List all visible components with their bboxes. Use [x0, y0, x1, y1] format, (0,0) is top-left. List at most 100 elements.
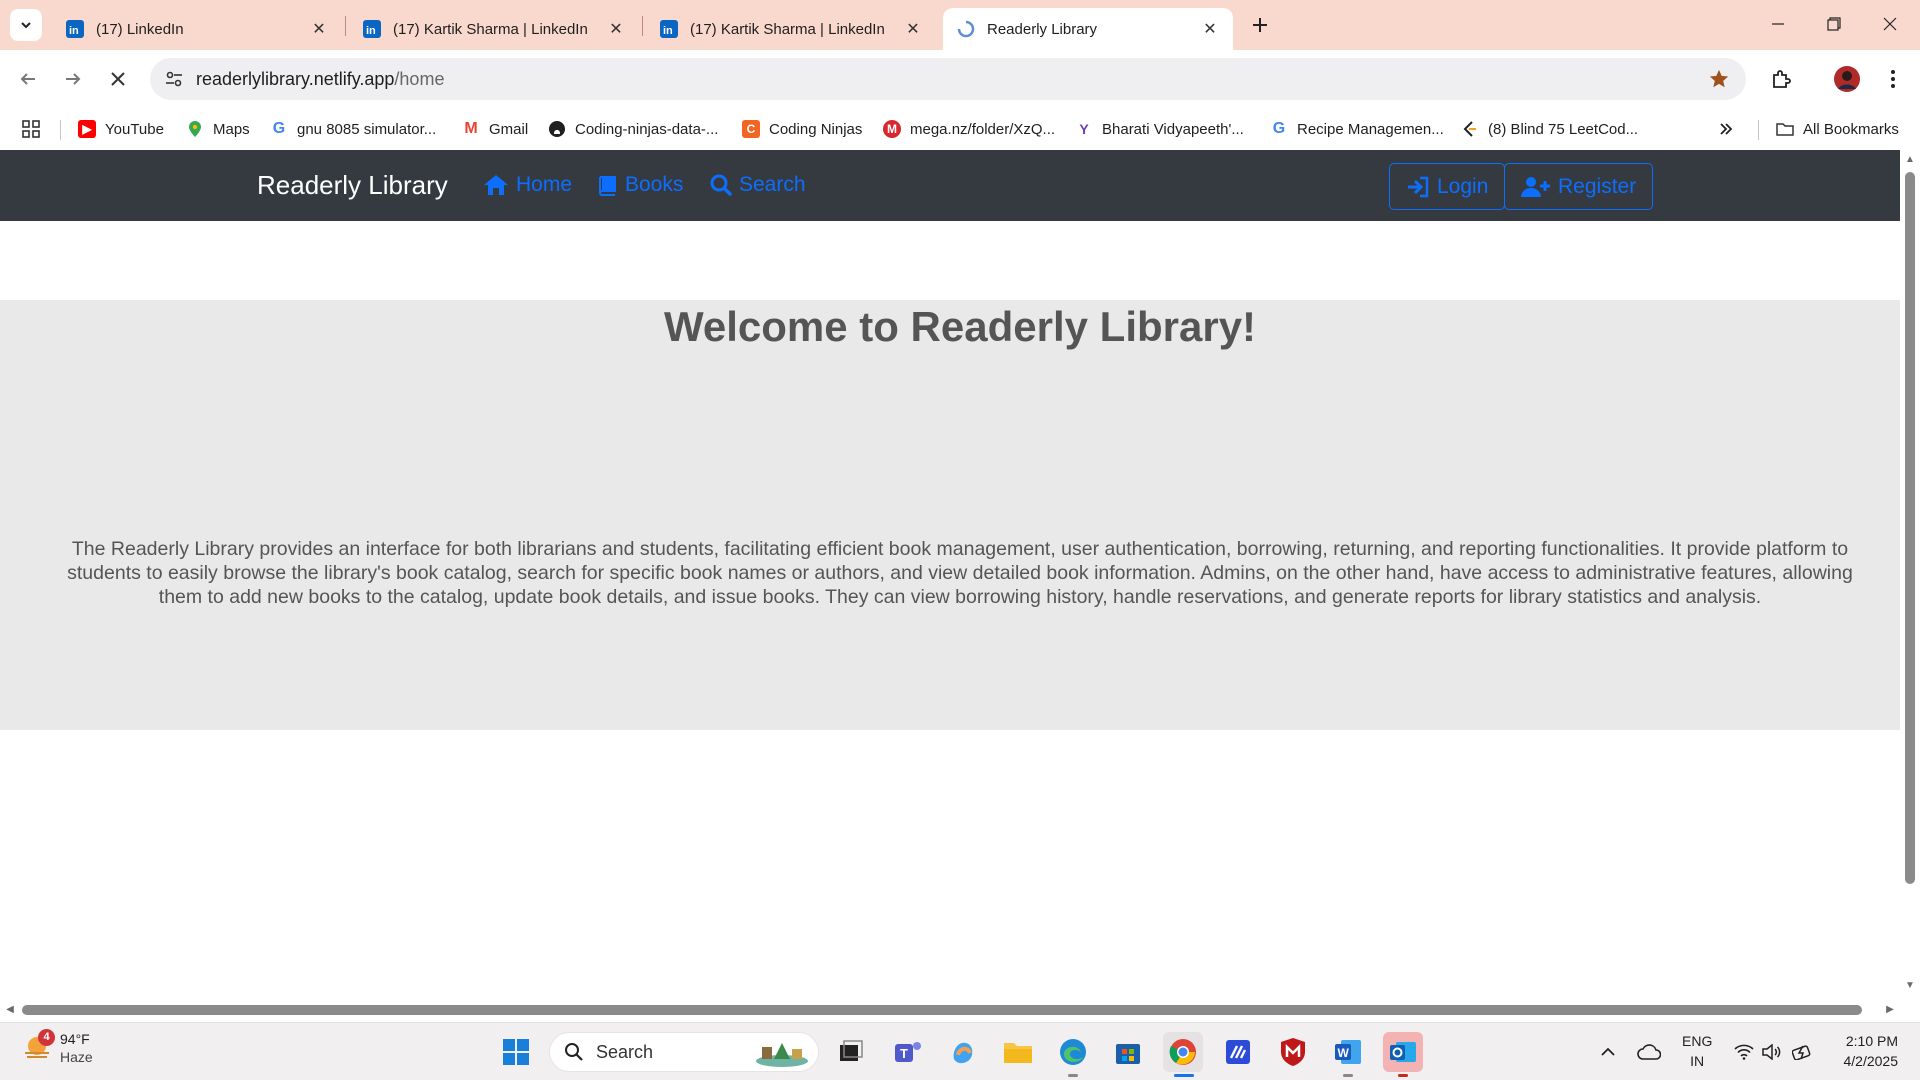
weather-widget[interactable]: 4 94°F Haze [22, 1029, 93, 1066]
close-tab-icon[interactable]: ✕ [1201, 20, 1219, 38]
register-button[interactable]: Register [1504, 163, 1654, 210]
task-view-button[interactable] [831, 1032, 871, 1072]
clock-date: 4/2/2025 [1843, 1053, 1899, 1069]
address-bar[interactable]: readerlylibrary.netlify.app/home [150, 58, 1746, 100]
bookmarks-overflow-button[interactable] [1718, 108, 1734, 150]
browser-tab[interactable]: in (17) Kartik Sharma | LinkedIn ✕ [646, 8, 936, 50]
google-icon: G [1272, 120, 1286, 137]
weather-temperature: 94°F [60, 1031, 90, 1047]
nav-books-link[interactable]: Books [596, 173, 683, 197]
weather-notification-badge: 4 [38, 1029, 55, 1046]
system-clock[interactable]: 2:10 PM 4/2/2025 [1844, 1031, 1899, 1071]
vertical-scrollbar[interactable]: ▲ ▼ [1900, 150, 1920, 998]
horizontal-scrollbar[interactable]: ◀ ▶ [0, 998, 1900, 1022]
restore-button[interactable] [1806, 0, 1862, 48]
new-tab-button[interactable] [1245, 10, 1275, 40]
battery-button[interactable] [1792, 1023, 1814, 1080]
minimize-button[interactable] [1750, 0, 1806, 48]
input-language-indicator[interactable]: ENG IN [1682, 1031, 1712, 1071]
toolbox-app[interactable] [1218, 1032, 1258, 1072]
nav-home-label: Home [516, 173, 573, 196]
search-highlight-icon [756, 1043, 808, 1067]
site-brand[interactable]: Readerly Library [257, 170, 448, 201]
scroll-left-icon[interactable]: ◀ [4, 1004, 16, 1016]
bookmark-mega[interactable]: M mega.nz/folder/XzQ... [883, 108, 1055, 150]
browser-tab[interactable]: in (17) Kartik Sharma | LinkedIn ✕ [349, 8, 639, 50]
google-icon: G [272, 120, 286, 137]
edge-app[interactable] [1053, 1032, 1093, 1072]
search-icon [565, 1043, 583, 1061]
bookmark-bharati[interactable]: Y Bharati Vidyapeeth'... [1075, 108, 1244, 150]
tab-search-button[interactable] [10, 9, 42, 41]
horizontal-scroll-thumb[interactable] [22, 1005, 1862, 1015]
close-tab-icon[interactable]: ✕ [310, 20, 328, 38]
browser-menu-button[interactable] [1878, 64, 1908, 94]
close-tab-icon[interactable]: ✕ [607, 20, 625, 38]
network-button[interactable] [1734, 1023, 1754, 1080]
all-bookmarks-button[interactable]: All Bookmarks [1776, 108, 1899, 150]
bookmark-recipe[interactable]: G Recipe Managemen... [1270, 108, 1444, 150]
apps-button[interactable] [22, 108, 40, 150]
tab-title: (17) LinkedIn [96, 20, 184, 38]
nav-search-link[interactable]: Search [710, 173, 806, 197]
vertical-scroll-thumb[interactable] [1905, 172, 1915, 884]
outlook-app[interactable] [1383, 1032, 1423, 1072]
browser-toolbar: readerlylibrary.netlify.app/home [0, 50, 1920, 108]
bookmark-gnu-8085[interactable]: G gnu 8085 simulator... [270, 108, 437, 150]
gmail-icon: M [464, 120, 478, 137]
toolbox-icon [1226, 1040, 1250, 1064]
stop-loading-button[interactable] [102, 63, 134, 95]
word-app[interactable]: W [1328, 1032, 1368, 1072]
url-host: readerlylibrary.netlify.app [196, 68, 395, 89]
scroll-right-icon[interactable]: ▶ [1884, 1004, 1896, 1016]
svg-text:in: in [69, 25, 79, 37]
chrome-app[interactable] [1163, 1032, 1203, 1072]
more-vertical-icon [1891, 70, 1895, 88]
cloud-icon [1637, 1044, 1661, 1060]
register-label: Register [1558, 174, 1637, 198]
volume-button[interactable] [1762, 1023, 1782, 1080]
browser-tab[interactable]: in (17) LinkedIn ✕ [52, 8, 342, 50]
browser-tab-active[interactable]: Readerly Library ✕ [943, 8, 1233, 50]
teams-app[interactable]: T [888, 1032, 928, 1072]
bookmark-maps[interactable]: Maps [186, 108, 250, 150]
windows-logo-icon [503, 1039, 529, 1065]
folder-icon [1776, 123, 1794, 136]
running-indicator [1068, 1074, 1078, 1077]
tab-title: (17) Kartik Sharma | LinkedIn [690, 20, 885, 38]
login-label: Login [1437, 174, 1489, 198]
bookmark-coding-ninjas[interactable]: C Coding Ninjas [742, 108, 862, 150]
linkedin-icon: in [363, 20, 381, 38]
forward-button[interactable] [57, 63, 89, 95]
store-app[interactable] [1108, 1032, 1148, 1072]
start-button[interactable] [496, 1032, 536, 1072]
copilot-app[interactable] [943, 1032, 983, 1072]
back-button[interactable] [12, 63, 44, 95]
bharati-icon: Y [1079, 121, 1089, 137]
close-window-button[interactable] [1862, 0, 1918, 48]
extensions-button[interactable] [1766, 64, 1796, 94]
mcafee-app[interactable] [1273, 1032, 1313, 1072]
scroll-down-icon[interactable]: ▼ [1904, 980, 1916, 992]
taskbar-search[interactable]: Search [549, 1032, 819, 1072]
weather-condition: Haze [60, 1049, 93, 1065]
maps-icon [189, 121, 201, 137]
bookmark-coding-ninjas-data[interactable]: Coding-ninjas-data-... [548, 108, 718, 150]
login-button[interactable]: Login [1389, 163, 1506, 210]
bookmark-youtube[interactable]: ▶ YouTube [78, 108, 164, 150]
bookmark-divider [60, 120, 61, 140]
scroll-up-icon[interactable]: ▲ [1904, 154, 1916, 166]
bookmark-gmail[interactable]: M Gmail [462, 108, 528, 150]
linkedin-icon: in [660, 20, 678, 38]
file-explorer-app[interactable] [998, 1032, 1038, 1072]
profile-avatar[interactable] [1832, 64, 1862, 94]
bookmark-star-icon[interactable] [1708, 68, 1730, 90]
tray-overflow-button[interactable] [1600, 1023, 1616, 1080]
close-tab-icon[interactable]: ✕ [904, 20, 922, 38]
site-info-icon[interactable] [164, 69, 184, 89]
bookmark-leetcode[interactable]: (8) Blind 75 LeetCod... [1461, 108, 1638, 150]
url-text: readerlylibrary.netlify.app/home [196, 69, 444, 90]
nav-home-link[interactable]: Home [483, 173, 572, 197]
all-bookmarks-label: All Bookmarks [1803, 120, 1899, 138]
onedrive-button[interactable] [1637, 1023, 1661, 1080]
